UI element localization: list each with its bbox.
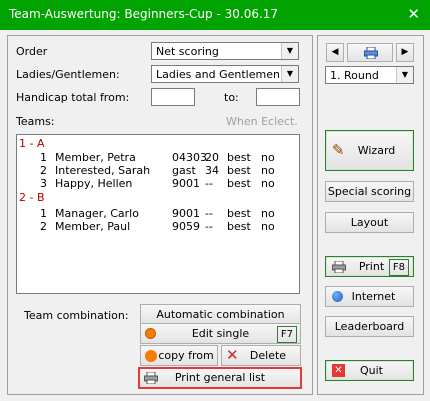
order-label: Order [16, 45, 48, 58]
previous-round-button[interactable]: ◀ [326, 43, 344, 62]
printer-icon [364, 47, 378, 59]
copy-from-button[interactable]: copy from [140, 345, 218, 366]
globe-icon [332, 291, 343, 302]
round-select[interactable]: 1. Round ▼ [325, 66, 414, 84]
chevron-down-icon: ▼ [281, 43, 298, 59]
delete-icon: ✕ [226, 346, 239, 364]
team-group-label[interactable]: 2 - B [19, 191, 45, 204]
order-value: Net scoring [156, 45, 219, 58]
quit-button[interactable]: ✕ Quit [325, 360, 414, 381]
delete-button[interactable]: ✕ Delete [221, 345, 301, 366]
chevron-left-icon: ◀ [331, 47, 339, 57]
window-title: Team-Auswertung: Beginners-Cup - 30.06.1… [9, 7, 279, 21]
next-round-button[interactable]: ▶ [396, 43, 414, 62]
team-group-label[interactable]: 1 - A [19, 137, 45, 150]
print-general-list-button[interactable]: Print general list [138, 367, 302, 389]
to-label: to: [224, 91, 239, 104]
gender-label: Ladies/Gentlemen: [16, 68, 120, 81]
team-combination-label: Team combination: [24, 309, 129, 322]
copy-icon [145, 350, 157, 362]
edit-single-button[interactable]: Edit single F7 [140, 323, 301, 344]
wand-icon: ✎ [332, 141, 345, 159]
exit-icon: ✕ [332, 364, 345, 377]
order-select[interactable]: Net scoring ▼ [151, 42, 299, 60]
chevron-down-icon: ▼ [281, 66, 298, 82]
shortcut-badge: F8 [388, 259, 409, 276]
print-button[interactable]: Print F8 [325, 256, 414, 277]
close-icon[interactable]: ✕ [407, 5, 420, 23]
teams-list[interactable]: 1 - A 1 Member, Petra 04303 20 best no 2… [16, 134, 300, 294]
printer-icon [332, 261, 346, 273]
title-bar: Team-Auswertung: Beginners-Cup - 30.06.1… [0, 0, 430, 30]
handicap-to-input[interactable] [256, 88, 300, 106]
leaderboard-button[interactable]: Leaderboard [325, 316, 414, 337]
automatic-combination-button[interactable]: Automatic combination [140, 304, 301, 325]
layout-button[interactable]: Layout [325, 212, 414, 233]
list-item[interactable]: 3 Happy, Hellen 9001 -- best no [17, 177, 297, 190]
shortcut-badge: F7 [276, 326, 297, 343]
chevron-right-icon: ▶ [401, 47, 409, 57]
edit-icon [145, 328, 156, 339]
chevron-down-icon: ▼ [396, 67, 413, 83]
handicap-from-input[interactable] [151, 88, 195, 106]
teams-label: Teams: [16, 115, 55, 128]
gender-value: Ladies and Gentlemen [156, 68, 280, 81]
list-item[interactable]: 1 Member, Petra 04303 20 best no [17, 151, 297, 164]
wizard-button[interactable]: ✎ Wizard [325, 130, 414, 171]
special-scoring-button[interactable]: Special scoring [325, 181, 414, 202]
print-preview-button[interactable] [347, 43, 393, 62]
handicap-label: Handicap total from: [16, 91, 130, 104]
internet-button[interactable]: Internet [325, 286, 414, 307]
list-item[interactable]: 1 Manager, Carlo 9001 -- best no [17, 207, 297, 220]
gender-select[interactable]: Ladies and Gentlemen ▼ [151, 65, 299, 83]
list-item[interactable]: 2 Interested, Sarah gast 34 best no [17, 164, 297, 177]
list-item[interactable]: 2 Member, Paul 9059 -- best no [17, 220, 297, 233]
printer-icon [144, 372, 158, 384]
when-eclect-checkbox[interactable]: When Eclect. [226, 115, 298, 128]
